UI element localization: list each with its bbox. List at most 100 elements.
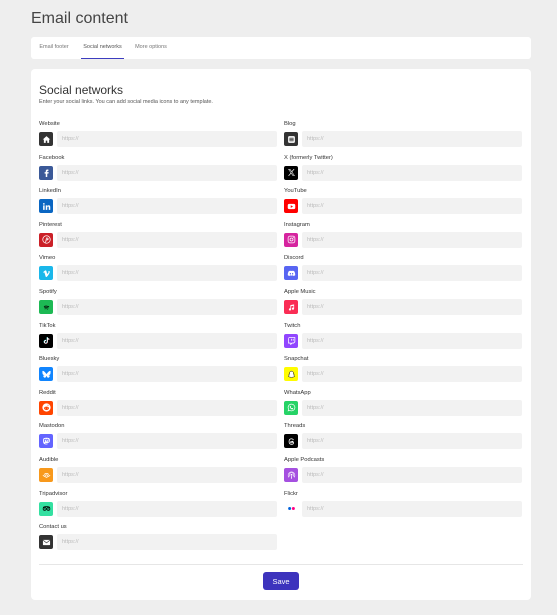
field-label: Bluesky bbox=[39, 356, 60, 363]
social-field-bluesky: Bluesky bbox=[39, 356, 277, 386]
field-label: Mastodon bbox=[39, 423, 65, 430]
social-field-apple-music: Apple Music bbox=[284, 289, 522, 319]
tab-social-networks[interactable]: Social networks bbox=[81, 37, 124, 59]
facebook-icon bbox=[39, 165, 53, 180]
x-icon bbox=[284, 165, 298, 180]
field-row bbox=[284, 131, 522, 147]
audible-icon bbox=[39, 468, 53, 482]
field-row bbox=[39, 399, 277, 416]
field-label: LinkedIn bbox=[39, 188, 61, 195]
social-field-x-formerly-twitter: X (formerly Twitter) bbox=[284, 155, 522, 185]
field-label: Spotify bbox=[39, 289, 57, 295]
mastodon-url-input[interactable] bbox=[57, 433, 277, 450]
apple-podcasts-url-input[interactable] bbox=[302, 467, 522, 483]
field-label: Apple Podcasts bbox=[284, 457, 325, 463]
tripadvisor-url-input[interactable] bbox=[57, 500, 277, 517]
field-row bbox=[284, 500, 522, 517]
field-label: Snapchat bbox=[284, 356, 309, 363]
field-label: Blog bbox=[284, 121, 296, 127]
field-row bbox=[39, 467, 277, 483]
social-field-mastodon: Mastodon bbox=[39, 423, 277, 453]
tiktok-url-input[interactable] bbox=[57, 332, 277, 349]
facebook-url-input[interactable] bbox=[57, 164, 277, 181]
field-row bbox=[39, 131, 277, 147]
flickr-url-input[interactable] bbox=[302, 500, 522, 517]
tab-bar: Email footer Social networks More option… bbox=[31, 37, 531, 59]
threads-url-input[interactable] bbox=[302, 433, 522, 450]
pinterest-url-input[interactable] bbox=[57, 231, 277, 248]
home-icon bbox=[39, 132, 53, 146]
reddit-url-input[interactable] bbox=[57, 399, 277, 416]
field-label: Contact us bbox=[39, 524, 67, 531]
contact-us-url-input[interactable] bbox=[57, 534, 277, 551]
field-row bbox=[284, 164, 522, 181]
social-networks-card: Social networks Enter your social links.… bbox=[31, 69, 531, 600]
twitch-icon bbox=[284, 333, 298, 348]
field-row bbox=[39, 299, 277, 315]
field-label: Tripadvisor bbox=[39, 490, 68, 497]
social-field-instagram: Instagram bbox=[284, 222, 522, 252]
save-button[interactable]: Save bbox=[263, 572, 299, 590]
apple-podcasts-icon bbox=[284, 468, 298, 482]
social-field-flickr: Flickr bbox=[284, 491, 522, 521]
blog-url-input[interactable] bbox=[302, 131, 522, 147]
vimeo-icon bbox=[39, 266, 53, 281]
x-formerly-twitter-url-input[interactable] bbox=[302, 164, 522, 181]
snapchat-url-input[interactable] bbox=[302, 366, 522, 383]
discord-icon bbox=[284, 266, 298, 281]
field-row bbox=[39, 433, 277, 450]
audible-url-input[interactable] bbox=[57, 467, 277, 483]
threads-icon bbox=[284, 434, 298, 449]
spotify-url-input[interactable] bbox=[57, 299, 277, 315]
website-url-input[interactable] bbox=[57, 131, 277, 147]
apple-music-url-input[interactable] bbox=[302, 299, 522, 315]
twitch-url-input[interactable] bbox=[302, 332, 522, 349]
whatsapp-icon bbox=[284, 400, 298, 415]
apple-music-icon bbox=[284, 300, 298, 314]
field-row bbox=[39, 366, 277, 383]
tab-more-options[interactable]: More options bbox=[133, 37, 169, 59]
discord-url-input[interactable] bbox=[302, 265, 522, 282]
social-field-reddit: Reddit bbox=[39, 390, 277, 420]
field-row bbox=[284, 433, 522, 450]
field-label: Discord bbox=[284, 255, 304, 262]
field-label: YouTube bbox=[284, 188, 307, 195]
tab-email-footer[interactable]: Email footer bbox=[37, 37, 71, 59]
field-row bbox=[284, 299, 522, 315]
field-label: Twitch bbox=[284, 322, 301, 329]
youtube-url-input[interactable] bbox=[302, 198, 522, 215]
bluesky-url-input[interactable] bbox=[57, 366, 277, 383]
field-row bbox=[39, 265, 277, 282]
field-label: TikTok bbox=[39, 322, 56, 329]
linkedin-url-input[interactable] bbox=[57, 198, 277, 215]
bluesky-icon bbox=[39, 367, 53, 382]
field-row bbox=[284, 265, 522, 282]
instagram-url-input[interactable] bbox=[302, 231, 522, 248]
instagram-icon bbox=[284, 232, 298, 247]
social-field-audible: Audible bbox=[39, 457, 277, 487]
social-field-snapchat: Snapchat bbox=[284, 356, 522, 386]
tiktok-icon bbox=[39, 333, 53, 348]
field-row bbox=[284, 399, 522, 416]
spotify-icon bbox=[39, 300, 53, 314]
field-row bbox=[39, 332, 277, 349]
whatsapp-url-input[interactable] bbox=[302, 399, 522, 416]
field-label: X (formerly Twitter) bbox=[284, 154, 333, 161]
field-row bbox=[39, 500, 277, 517]
field-label: Pinterest bbox=[39, 221, 62, 228]
social-field-vimeo: Vimeo bbox=[39, 255, 277, 285]
field-row bbox=[39, 198, 277, 215]
social-field-facebook: Facebook bbox=[39, 155, 277, 185]
social-field-apple-podcasts: Apple Podcasts bbox=[284, 457, 522, 487]
field-label: Website bbox=[39, 121, 60, 127]
snapchat-icon bbox=[284, 367, 298, 382]
field-label: Vimeo bbox=[39, 255, 56, 262]
blog-icon bbox=[284, 132, 298, 146]
vimeo-url-input[interactable] bbox=[57, 265, 277, 282]
mastodon-icon bbox=[39, 434, 53, 449]
pinterest-icon bbox=[39, 232, 53, 247]
social-field-youtube: YouTube bbox=[284, 188, 522, 218]
section-title: Social networks bbox=[39, 83, 124, 97]
tripadvisor-icon bbox=[39, 501, 53, 516]
field-label: Apple Music bbox=[284, 289, 316, 295]
